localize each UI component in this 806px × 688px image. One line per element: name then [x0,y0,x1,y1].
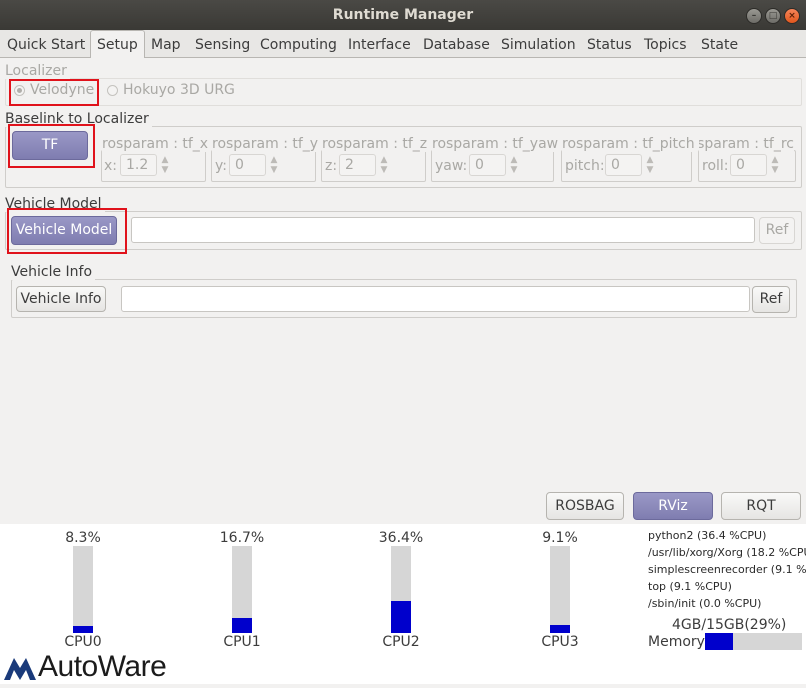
tf-z-value: 2 [345,157,354,173]
tf-pitch-label: pitch: [565,158,605,174]
tf-yaw-input[interactable]: 0 [469,154,506,176]
tf-y-header: rosparam : tf_y [212,136,319,152]
cpu0-bar [73,546,93,633]
process-item: python2 (36.4 %CPU) [648,529,767,542]
tf-roll-label: roll: [702,158,729,174]
tf-y-input[interactable]: 0 [229,154,266,176]
tf-pitch-value: 0 [611,157,620,173]
autoware-logo-icon [2,652,38,684]
velodyne-label: Velodyne [30,82,95,98]
tf-yaw-header: rosparam : tf_yaw [432,136,559,152]
cpu3-percent: 9.1% [542,530,578,546]
memory-label: Memory [648,634,705,650]
tf-button[interactable]: TF [12,131,88,160]
tab-sensing[interactable]: Sensing [195,34,250,56]
tf-yaw-value: 0 [475,157,484,173]
rviz-button[interactable]: RViz [633,492,713,520]
memory-bar [705,633,802,650]
tf-z-label: z: [325,158,338,174]
cpu0-label: CPU0 [64,634,102,650]
tf-roll-value: 0 [736,157,745,173]
tab-simulation[interactable]: Simulation [501,34,576,56]
cpu0-percent: 8.3% [65,530,101,546]
cpu2-percent: 36.4% [378,530,424,546]
minimize-icon[interactable]: – [746,8,762,24]
cpu3-label: CPU3 [541,634,579,650]
tab-status[interactable]: Status [587,34,632,56]
tab-state[interactable]: State [701,34,738,56]
hokuyo-radio[interactable] [107,85,118,96]
cpu1-bar-fill [232,618,252,633]
cpu2-bar-fill [391,601,411,633]
tf-z-spinner[interactable]: ▲ ▼ [378,155,390,175]
tf-x-spinner[interactable]: ▲ ▼ [159,155,171,175]
cpu3-bar [550,546,570,633]
window-title: Runtime Manager [332,7,474,23]
vehicle-model-ref-button[interactable]: Ref [759,217,795,244]
tf-pitch-spinner[interactable]: ▲ ▼ [644,155,656,175]
rqt-button[interactable]: RQT [721,492,801,520]
maximize-icon[interactable]: □ [765,8,781,24]
vehicle-info-button[interactable]: Vehicle Info [16,286,106,312]
tf-y-value: 0 [235,157,244,173]
process-item: /usr/lib/xorg/Xorg (18.2 %CPU) [648,546,806,559]
vehicle-info-title: Vehicle Info [11,264,96,280]
tab-computing[interactable]: Computing [260,34,337,56]
tf-roll-header-text: rosparam : tf_rc [699,136,794,152]
tf-x-header: rosparam : tf_x [102,136,209,152]
tab-bar: Quick Start Setup Map Sensing Computing … [0,30,806,58]
tf-roll-header: rosparam : tf_rc [699,136,794,152]
tf-yaw-spinner[interactable]: ▲ ▼ [508,155,520,175]
tf-roll-input[interactable]: 0 [730,154,767,176]
memory-bar-fill [705,633,734,650]
tab-topics[interactable]: Topics [644,34,687,56]
cpu1-bar [232,546,252,633]
cpu2-bar [391,546,411,633]
tab-setup[interactable]: Setup [90,30,145,58]
vehicle-model-path-input[interactable] [131,217,755,243]
vehicle-info-ref-button[interactable]: Ref [752,286,790,313]
process-item: simplescreenrecorder (9.1 %CPU) [648,563,806,576]
cpu1-percent: 16.7% [219,530,265,546]
tf-z-input[interactable]: 2 [339,154,376,176]
cpu1-label: CPU1 [223,634,261,650]
tf-z-header: rosparam : tf_z [322,136,428,152]
velodyne-radio[interactable] [14,85,25,96]
process-item: /sbin/init (0.0 %CPU) [648,597,762,610]
tf-x-label: x: [104,158,118,174]
tab-database[interactable]: Database [423,34,490,56]
vehicle-model-button[interactable]: Vehicle Model [11,216,117,245]
cpu2-label: CPU2 [382,634,420,650]
tf-y-spinner[interactable]: ▲ ▼ [268,155,280,175]
tab-quick-start[interactable]: Quick Start [7,34,85,56]
autoware-logo-text: AutoWare [38,650,167,683]
close-icon[interactable]: × [784,8,800,24]
tf-pitch-input[interactable]: 0 [605,154,642,176]
hokuyo-label: Hokuyo 3D URG [123,82,235,98]
system-monitor: 8.3% CPU0 16.7% CPU1 36.4% CPU2 9.1% CPU… [0,524,806,684]
process-item: top (9.1 %CPU) [648,580,732,593]
window-titlebar: Runtime Manager – □ × [0,0,806,30]
vehicle-info-path-input[interactable] [121,286,750,312]
cpu0-bar-fill [73,625,93,633]
tab-interface[interactable]: Interface [348,34,411,56]
rosbag-button[interactable]: ROSBAG [546,492,624,520]
tf-y-label: y: [215,158,227,174]
tf-pitch-header: rosparam : tf_pitch [562,136,695,152]
tf-yaw-label: yaw: [435,158,468,174]
memory-usage: 4GB/15GB(29%) [672,617,787,633]
tf-x-input[interactable]: 1.2 [120,154,157,176]
cpu3-bar-fill [550,625,570,633]
localizer-title: Localizer [5,63,70,79]
tab-map[interactable]: Map [151,34,181,56]
tf-x-value: 1.2 [126,157,149,173]
tf-roll-spinner[interactable]: ▲ ▼ [769,155,781,175]
